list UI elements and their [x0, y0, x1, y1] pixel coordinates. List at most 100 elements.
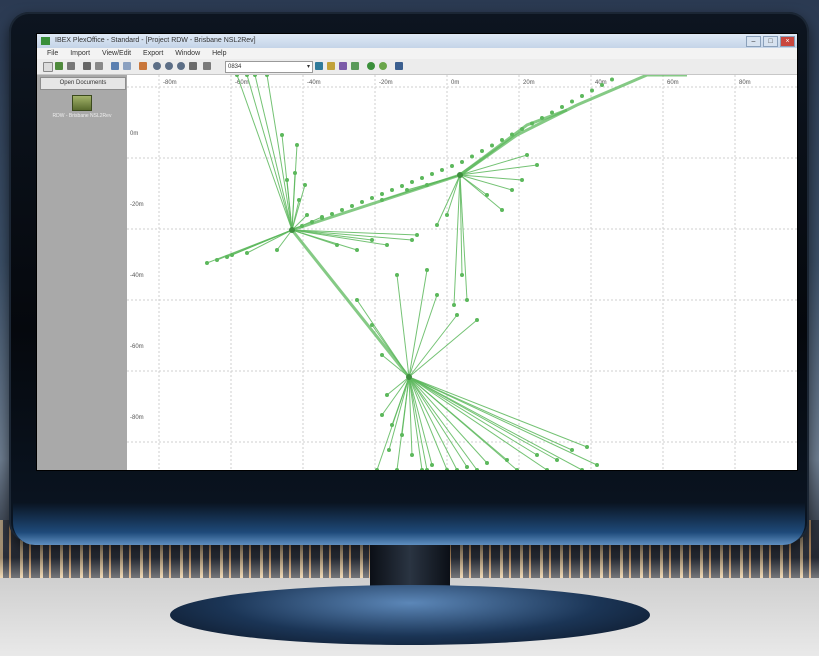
y-tick-label: -40m — [130, 273, 144, 279]
node-point — [585, 445, 589, 449]
node-point — [355, 298, 359, 302]
node-point — [387, 448, 391, 452]
zoom-in-icon[interactable] — [153, 62, 161, 70]
pan-hand-icon[interactable] — [189, 62, 197, 70]
node-point — [395, 468, 399, 470]
node-point — [380, 198, 384, 202]
node-point — [303, 183, 307, 187]
x-tick-label: -20m — [379, 80, 393, 86]
help-icon[interactable] — [395, 62, 403, 70]
hub-node — [289, 227, 295, 233]
node-point — [235, 73, 239, 77]
node-point — [520, 178, 524, 182]
node-point — [535, 453, 539, 457]
y-axis-labels: 0m -20m -40m -60m -80m — [130, 131, 144, 421]
open-documents-header: Open Documents — [40, 77, 126, 90]
node-point — [280, 133, 284, 137]
node-point — [430, 463, 434, 467]
x-tick-label: 0m — [451, 80, 459, 86]
node-point — [245, 251, 249, 255]
node-point — [490, 143, 494, 148]
node-point — [295, 143, 299, 147]
spoke-line — [408, 269, 428, 378]
x-tick-label: 60m — [667, 80, 679, 86]
navigate-icon[interactable] — [315, 62, 323, 70]
node-point — [430, 172, 434, 176]
menu-export[interactable]: Export — [143, 50, 163, 57]
menu-file[interactable]: File — [47, 50, 58, 57]
layers-icon[interactable] — [139, 62, 147, 70]
node-point — [465, 465, 469, 469]
node-point — [452, 303, 456, 307]
window-titlebar[interactable]: IBEX PlexOffice - Standard - [Project RD… — [37, 34, 797, 48]
menu-view-edit[interactable]: View/Edit — [102, 50, 131, 57]
node-point — [500, 208, 504, 212]
node-point — [215, 258, 219, 262]
select-icon[interactable] — [339, 62, 347, 70]
node-point — [535, 163, 539, 167]
document-label[interactable]: RDW - Brisbane NSL2Rev — [39, 113, 125, 119]
node-point — [275, 248, 279, 252]
node-point — [455, 313, 459, 317]
node-point — [610, 77, 614, 82]
open-folder-icon[interactable] — [55, 62, 63, 70]
network-plot-area[interactable]: -80m -60m -40m -20m 0m 20m 40m 60m 80m 0m -20m -40… — [127, 73, 797, 470]
measure-icon[interactable] — [327, 62, 335, 70]
node-point — [590, 88, 594, 93]
x-tick-label: 20m — [523, 80, 535, 86]
layer-select[interactable]: 0834 ▾ — [225, 61, 313, 73]
node-point — [415, 233, 419, 237]
y-tick-label: -60m — [130, 344, 144, 350]
document-icon[interactable] — [72, 95, 92, 111]
node-point — [435, 223, 439, 227]
node-point — [355, 248, 359, 252]
route-icon[interactable] — [351, 62, 359, 70]
node-point — [375, 468, 379, 470]
node-point — [390, 188, 394, 192]
node-point — [580, 468, 584, 470]
y-tick-label: -80m — [130, 415, 144, 421]
close-button[interactable]: × — [780, 36, 795, 47]
copy-icon[interactable] — [111, 62, 119, 70]
minimize-button[interactable]: – — [746, 36, 761, 47]
save-icon[interactable] — [67, 62, 75, 70]
node-point — [520, 127, 524, 131]
menu-window[interactable]: Window — [175, 50, 200, 57]
node-point — [360, 200, 364, 204]
paste-icon[interactable] — [123, 62, 131, 70]
node-point — [285, 178, 289, 182]
refresh-icon[interactable] — [379, 62, 387, 70]
node-point — [350, 204, 354, 208]
menu-help[interactable]: Help — [212, 50, 226, 57]
new-document-icon[interactable] — [43, 62, 53, 72]
zoom-extents-icon[interactable] — [177, 62, 185, 70]
layer-select-value: 0834 — [228, 64, 242, 70]
monitor-stand-base — [170, 585, 650, 645]
app-icon — [41, 37, 50, 45]
print-preview-icon[interactable] — [95, 62, 103, 70]
node-point — [380, 192, 384, 196]
node-point — [370, 238, 374, 242]
node-point — [310, 220, 314, 224]
spoke-line — [291, 229, 413, 241]
chevron-down-icon: ▾ — [306, 64, 310, 70]
node-point — [300, 224, 304, 228]
zoom-out-icon[interactable] — [165, 62, 173, 70]
spoke-line — [408, 314, 458, 378]
node-point — [425, 268, 429, 272]
node-point — [525, 153, 529, 157]
node-point — [460, 273, 464, 277]
y-tick-label: -20m — [130, 202, 144, 208]
node-point — [570, 448, 574, 452]
network-plot-svg[interactable]: -80m -60m -40m -20m 0m 20m 40m 60m 80m 0m-20m-40… — [127, 73, 797, 470]
green-globe-icon[interactable] — [367, 62, 375, 70]
node-point — [385, 393, 389, 397]
node-point — [305, 213, 309, 217]
maximize-button[interactable]: □ — [763, 36, 778, 47]
print-icon[interactable] — [83, 62, 91, 70]
menu-import[interactable]: Import — [70, 50, 90, 57]
node-point — [380, 353, 384, 357]
properties-icon[interactable] — [203, 62, 211, 70]
node-point — [320, 216, 324, 220]
node-point — [485, 461, 489, 465]
